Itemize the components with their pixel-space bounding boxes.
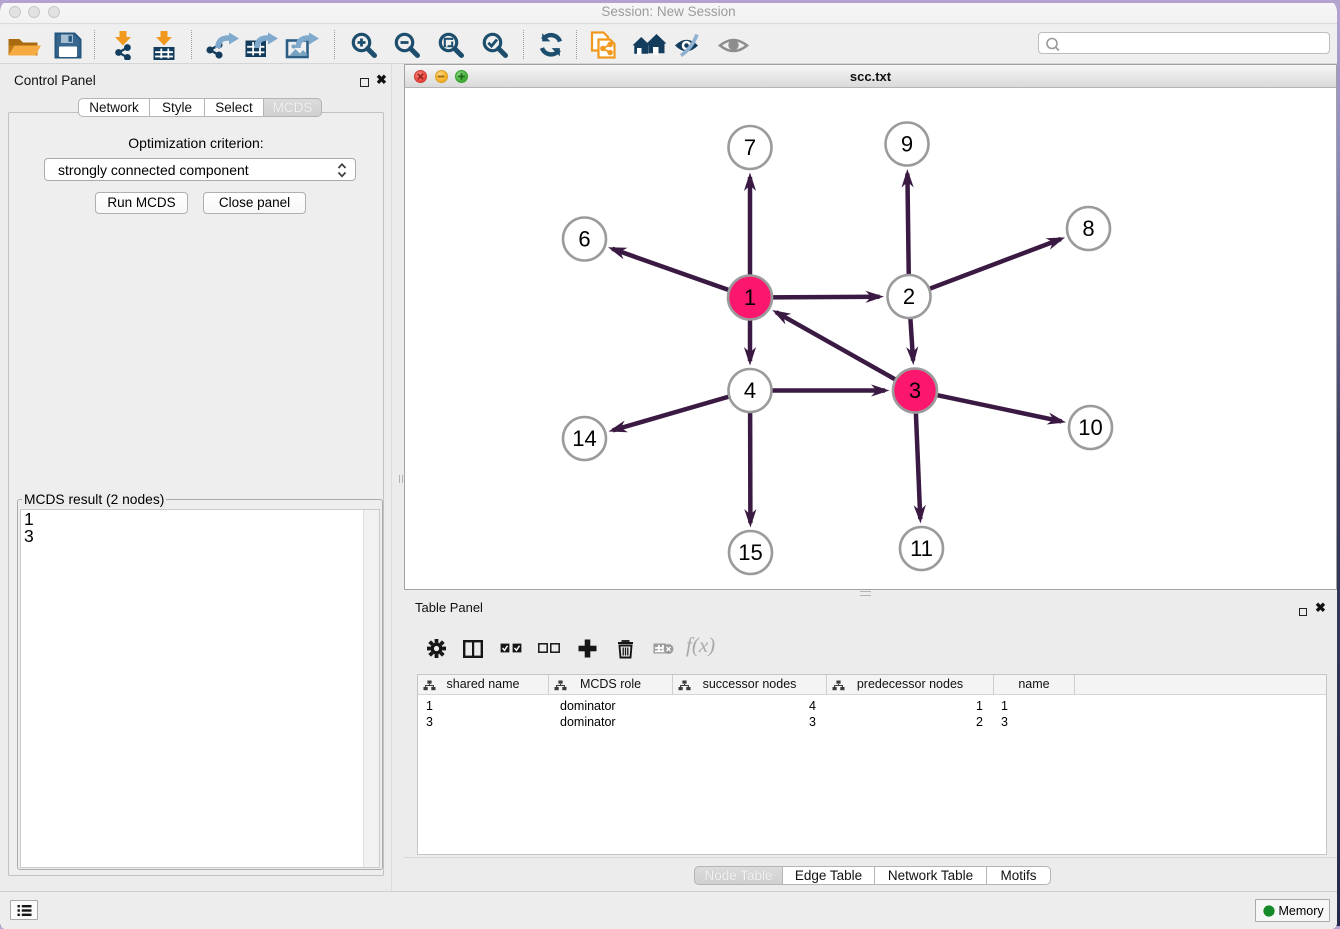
svg-text:15: 15 bbox=[738, 540, 762, 565]
svg-text:10: 10 bbox=[1078, 415, 1102, 440]
svg-text:6: 6 bbox=[578, 227, 590, 252]
svg-text:1: 1 bbox=[744, 285, 756, 310]
svg-text:2: 2 bbox=[903, 284, 915, 309]
svg-text:9: 9 bbox=[901, 132, 913, 157]
svg-text:3: 3 bbox=[909, 378, 921, 403]
svg-text:7: 7 bbox=[744, 135, 756, 160]
svg-text:11: 11 bbox=[910, 536, 933, 561]
svg-text:4: 4 bbox=[744, 378, 756, 403]
svg-text:14: 14 bbox=[572, 426, 596, 451]
svg-text:8: 8 bbox=[1082, 216, 1094, 241]
